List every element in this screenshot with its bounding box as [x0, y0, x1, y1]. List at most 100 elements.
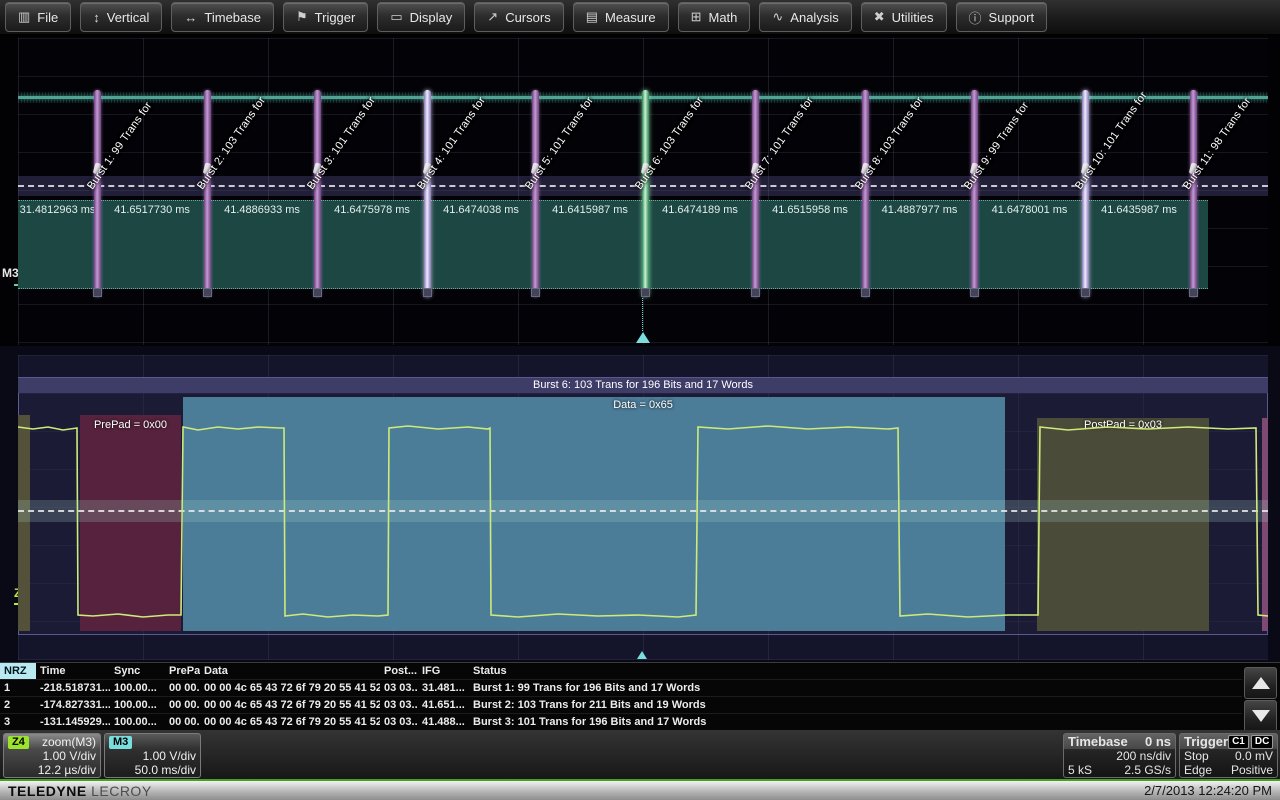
burst-bar	[1082, 90, 1089, 297]
trigger-title: Trigger	[1184, 734, 1228, 749]
z4-title: zoom(M3)	[42, 735, 96, 749]
utilities-icon: ✖	[874, 9, 885, 25]
status-bar: Z4 zoom(M3) 1.00 V/div 12.2 µs/div M3 1.0…	[0, 730, 1280, 781]
trigger-slope: Positive	[1231, 763, 1273, 777]
burst-bar-cap	[641, 288, 650, 297]
z4-descriptor-box[interactable]: Z4 zoom(M3) 1.00 V/div 12.2 µs/div	[3, 733, 101, 778]
m3-badge: M3	[109, 736, 132, 749]
table-row[interactable]: 3 -131.145929... 100.00... 00 00... 00 0…	[0, 714, 1242, 731]
trigger-position-icon	[636, 332, 650, 343]
arrow-up-icon	[1252, 677, 1270, 689]
burst-bar-cap	[861, 288, 870, 297]
burst-bar-cap	[93, 288, 102, 297]
burst-bar	[862, 90, 869, 297]
brand-logo: TELEDYNE LECROY	[8, 783, 152, 799]
ifg-time: 41.6415987 ms	[535, 204, 645, 218]
z4-tdiv: 12.2 µs/div	[38, 763, 96, 777]
burst-bar-cap	[203, 288, 212, 297]
column-header-prepad[interactable]: PrePad	[165, 663, 200, 679]
burst-bar	[971, 90, 978, 297]
measure-icon: ▤	[586, 9, 598, 25]
menu-vertical[interactable]: ↕Vertical	[80, 2, 162, 32]
scroll-up-button[interactable]	[1244, 667, 1277, 699]
timebase-rate: 2.5 GS/s	[1124, 763, 1171, 777]
burst-bar-cap	[423, 288, 432, 297]
menu-file[interactable]: ▥File	[5, 2, 71, 32]
arrow-down-icon	[1252, 710, 1270, 722]
burst-bar-cap	[1189, 288, 1198, 297]
burst-bar-cap	[531, 288, 540, 297]
burst-bar	[532, 90, 539, 297]
timebase-samples: 5 kS	[1068, 763, 1092, 777]
burst-bar	[314, 90, 321, 297]
burst-bar	[752, 90, 759, 297]
timebase-offset: 0 ns	[1145, 734, 1171, 749]
z4-graph-area: Z4 Burst 6: 103 Trans for 196 Bits and 1…	[0, 346, 1280, 662]
timebase-panel[interactable]: Timebase 0 ns 200 ns/div 5 kS 2.5 GS/s	[1063, 733, 1176, 778]
menu-cursors[interactable]: ↗Cursors	[474, 2, 563, 32]
z4-badge: Z4	[8, 736, 29, 749]
menu-measure[interactable]: ▤Measure	[573, 2, 669, 32]
file-icon: ▥	[18, 9, 30, 25]
menu-display[interactable]: ▭Display	[377, 2, 465, 32]
m3-tdiv: 50.0 ms/div	[135, 763, 196, 777]
decode-table: NRZ Time Sync PrePad Data Post... IFG St…	[0, 662, 1280, 730]
ifg-time: 41.6478001 ms	[974, 204, 1085, 218]
m3-channel-label: M3	[2, 266, 19, 280]
column-header-data[interactable]: Data	[200, 663, 380, 679]
trigger-position-line	[642, 298, 643, 331]
trigger-kind: Edge	[1184, 763, 1212, 777]
burst-bar-cap	[1081, 288, 1090, 297]
column-header-status[interactable]: Status	[469, 663, 1242, 679]
menu-support[interactable]: ⓘSupport	[956, 2, 1048, 32]
timebase-title: Timebase	[1068, 734, 1128, 749]
timebase-icon: ↔	[184, 10, 197, 25]
column-header-ifg[interactable]: IFG	[418, 663, 469, 679]
timebase-tdiv: 200 ns/div	[1116, 749, 1171, 763]
ifg-time: 41.6475978 ms	[317, 204, 427, 218]
menu-trigger[interactable]: ⚑Trigger	[283, 2, 368, 32]
z4-plot[interactable]: Burst 6: 103 Trans for 196 Bits and 17 W…	[18, 355, 1268, 660]
burst-bar	[204, 90, 211, 297]
column-header-sync[interactable]: Sync	[110, 663, 165, 679]
m3-descriptor-box[interactable]: M3 1.00 V/div 50.0 ms/div	[104, 733, 201, 778]
column-header-time[interactable]: Time	[36, 663, 110, 679]
table-row[interactable]: 1 -218.518731... 100.00... 00 00... 00 0…	[0, 680, 1242, 697]
menu-math[interactable]: ⊞Math	[678, 2, 751, 32]
ifg-time: 41.6517730 ms	[97, 204, 207, 218]
trigger-panel[interactable]: Trigger C1 DC Stop 0.0 mV Edge Positive	[1179, 733, 1278, 778]
ifg-time: 41.4887977 ms	[865, 204, 974, 218]
column-header-nrz[interactable]: NRZ	[0, 663, 36, 679]
m3-plot[interactable]: 31.4812963 ms 41.6517730 ms 41.4886933 m…	[18, 38, 1268, 345]
trigger-mode: Stop	[1184, 749, 1209, 763]
trigger-icon: ⚑	[296, 9, 308, 25]
ifg-time: 41.6474038 ms	[427, 204, 535, 218]
trigger-coupling-badge: DC	[1251, 735, 1273, 749]
z4-vdiv: 1.00 V/div	[43, 749, 96, 763]
m3-graph-area: M3 31.4812963 ms 41.6517730 ms 41.488693…	[0, 36, 1280, 346]
cursors-icon: ↗	[487, 9, 498, 25]
trigger-source-badge: C1	[1228, 735, 1249, 749]
menu-analysis[interactable]: ∿Analysis	[759, 2, 851, 32]
menu-bar: ▥File ↕Vertical ↔Timebase ⚑Trigger ▭Disp…	[0, 0, 1280, 35]
burst-bar	[1190, 90, 1197, 297]
display-icon: ▭	[390, 9, 402, 25]
analysis-icon: ∿	[772, 9, 783, 25]
scroll-down-button[interactable]	[1244, 700, 1277, 732]
ifg-time: 41.4886933 ms	[207, 204, 317, 218]
menu-utilities[interactable]: ✖Utilities	[861, 2, 947, 32]
menu-timebase[interactable]: ↔Timebase	[171, 2, 274, 32]
ifg-time: 31.4812963 ms	[18, 204, 97, 218]
table-header-row: NRZ Time Sync PrePad Data Post... IFG St…	[0, 663, 1242, 680]
footer-bar: TELEDYNE LECROY 2/7/2013 12:24:20 PM	[0, 781, 1280, 800]
column-header-postpad[interactable]: Post...	[380, 663, 418, 679]
burst-bar	[94, 90, 101, 297]
ifg-time: 41.6435987 ms	[1085, 204, 1193, 218]
m3-vdiv: 1.00 V/div	[143, 749, 196, 763]
math-icon: ⊞	[691, 9, 702, 25]
burst-bar-cap	[970, 288, 979, 297]
burst-bar-selected	[642, 90, 649, 297]
burst-bar-cap	[313, 288, 322, 297]
trigger-level: 0.0 mV	[1235, 749, 1273, 763]
table-row[interactable]: 2 -174.827331... 100.00... 00 00... 00 0…	[0, 697, 1242, 714]
